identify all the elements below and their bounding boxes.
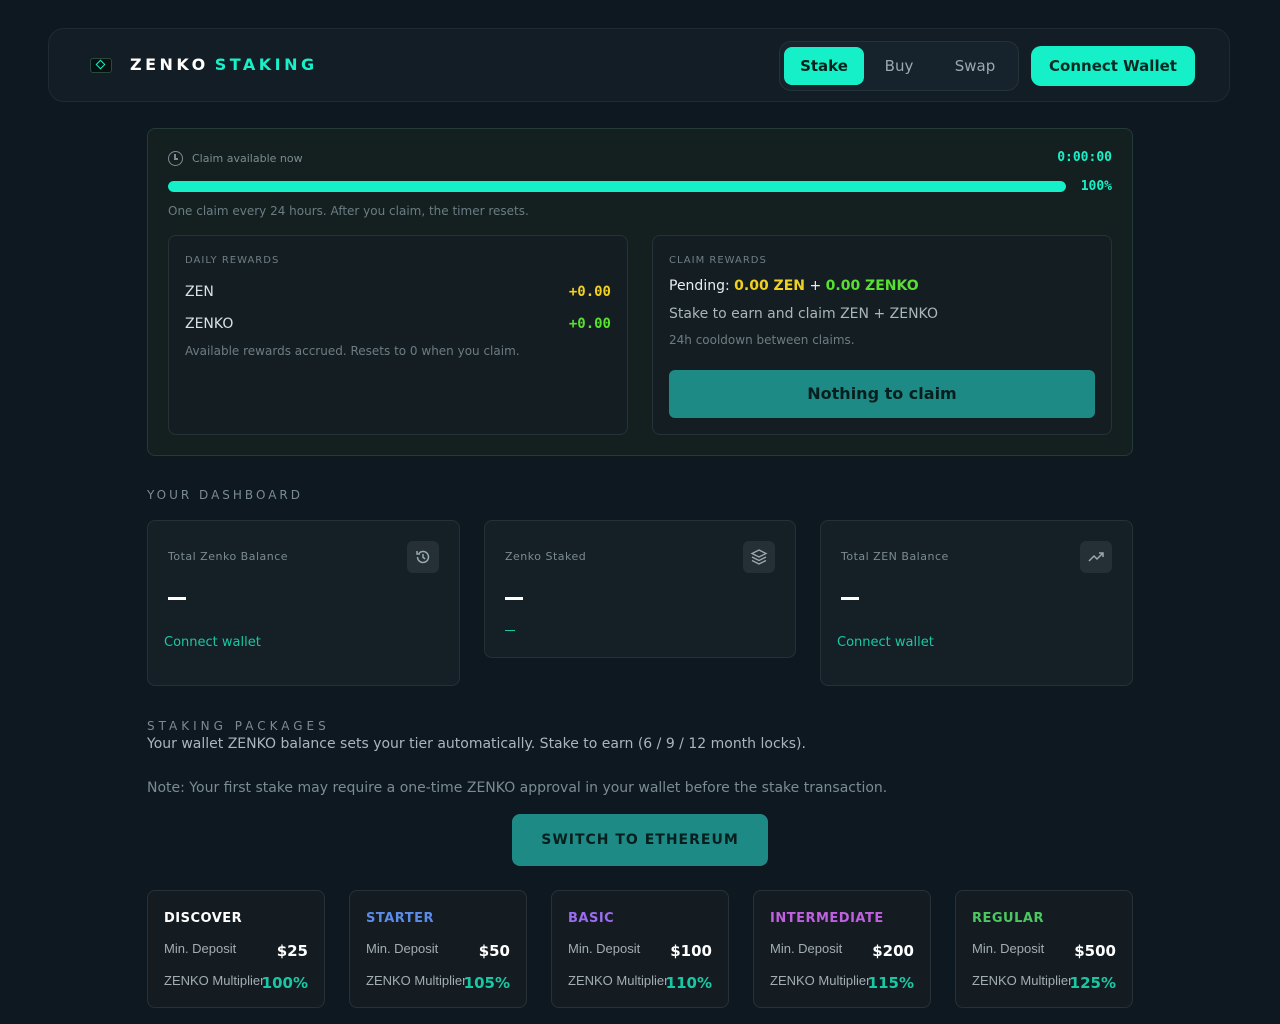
reward-value-zenko: +0.00 <box>568 316 611 332</box>
package-tier-name: DISCOVER <box>164 911 243 926</box>
tab-stake[interactable]: Stake <box>784 47 864 85</box>
tab-swap[interactable]: Swap <box>934 47 1016 85</box>
brand-title: ZENKO STAKING <box>130 55 318 74</box>
min-deposit-value: $100 <box>670 942 712 960</box>
staked-value <box>505 597 523 600</box>
claim-rewards-card: CLAIM REWARDS Pending: 0.00 ZEN + 0.00 Z… <box>652 235 1112 435</box>
package-card-basic[interactable]: BASIC Min. Deposit $100 ZENKO Multiplier… <box>551 890 729 1008</box>
pending-plus: + <box>809 278 822 294</box>
multiplier-label: ZENKO Multiplier <box>770 973 871 988</box>
reward-label-zen: ZEN <box>185 284 214 300</box>
packages-subtitle: Your wallet ZENKO balance sets your tier… <box>147 736 806 752</box>
multiplier-label: ZENKO Multiplier <box>164 973 265 988</box>
claim-progress-bar <box>168 181 1066 192</box>
nav-tabs: Stake Buy Swap <box>779 41 1019 91</box>
brand-name: ZENKO <box>130 55 209 74</box>
package-card-intermediate[interactable]: INTERMEDIATE Min. Deposit $200 ZENKO Mul… <box>753 890 931 1008</box>
pending-zenko: 0.00 ZENKO <box>825 278 919 294</box>
dashboard-label: YOUR DASHBOARD <box>147 488 303 502</box>
switch-to-ethereum-button[interactable]: SWITCH TO ETHEREUM <box>512 814 768 866</box>
reward-value-zen: +0.00 <box>568 284 611 300</box>
total-zenko-balance-card: Total Zenko Balance Connect wallet <box>147 520 460 686</box>
claim-note: One claim every 24 hours. After you clai… <box>168 204 529 218</box>
min-deposit-value: $200 <box>872 942 914 960</box>
nothing-to-claim-button[interactable]: Nothing to claim <box>669 370 1095 418</box>
min-deposit-value: $50 <box>478 942 510 960</box>
multiplier-value: 115% <box>867 974 914 992</box>
pending-rewards: Pending: 0.00 ZEN + 0.00 ZENKO <box>669 278 919 294</box>
package-card-discover[interactable]: DISCOVER Min. Deposit $25 ZENKO Multipli… <box>147 890 325 1008</box>
claim-subtitle: Stake to earn and claim ZEN + ZENKO <box>669 306 938 322</box>
package-tier-name: BASIC <box>568 911 615 926</box>
claim-panel: Claim available now 0:00:00 100% One cla… <box>147 128 1133 456</box>
daily-rewards-card: DAILY REWARDS ZEN +0.00 ZENKO +0.00 Avai… <box>168 235 628 435</box>
top-navbar: ZENKO STAKING Stake Buy Swap Connect Wall… <box>48 28 1230 102</box>
pending-prefix: Pending: <box>669 278 730 294</box>
package-card-regular[interactable]: REGULAR Min. Deposit $500 ZENKO Multipli… <box>955 890 1133 1008</box>
total-zen-balance-card: Total ZEN Balance Connect wallet <box>820 520 1133 686</box>
zen-balance-value <box>841 597 859 600</box>
package-tier-name: INTERMEDIATE <box>770 911 884 926</box>
brand-accent: STAKING <box>214 55 318 74</box>
min-deposit-label: Min. Deposit <box>972 941 1045 956</box>
staked-sub-value <box>505 630 515 631</box>
multiplier-value: 100% <box>261 974 308 992</box>
balance-value <box>168 597 186 600</box>
packages-note: Note: Your first stake may require a one… <box>147 780 888 796</box>
claim-timer: 0:00:00 <box>1057 150 1112 165</box>
min-deposit-label: Min. Deposit <box>770 941 843 956</box>
min-deposit-label: Min. Deposit <box>164 941 237 956</box>
multiplier-value: 105% <box>463 974 510 992</box>
reward-label-zenko: ZENKO <box>185 316 234 332</box>
min-deposit-value: $25 <box>276 942 308 960</box>
trending-up-icon <box>1080 541 1112 573</box>
packages-label: STAKING PACKAGES <box>147 719 330 733</box>
multiplier-label: ZENKO Multiplier <box>568 973 669 988</box>
min-deposit-value: $500 <box>1074 942 1116 960</box>
tab-buy[interactable]: Buy <box>864 47 934 85</box>
claim-progress-percent: 100% <box>1080 179 1112 194</box>
logo-icon <box>90 58 112 73</box>
multiplier-label: ZENKO Multiplier <box>366 973 467 988</box>
claim-rewards-title: CLAIM REWARDS <box>669 255 767 266</box>
multiplier-value: 125% <box>1069 974 1116 992</box>
clock-icon <box>168 151 183 166</box>
dashboard-card-title: Zenko Staked <box>505 550 587 563</box>
dashboard-card-title: Total ZEN Balance <box>841 550 949 563</box>
package-tier-name: STARTER <box>366 911 434 926</box>
multiplier-label: ZENKO Multiplier <box>972 973 1073 988</box>
connect-wallet-button[interactable]: Connect Wallet <box>1031 46 1195 86</box>
connect-wallet-link[interactable]: Connect wallet <box>837 635 934 650</box>
daily-rewards-note: Available rewards accrued. Resets to 0 w… <box>185 344 520 358</box>
min-deposit-label: Min. Deposit <box>568 941 641 956</box>
cooldown-note: 24h cooldown between claims. <box>669 333 855 347</box>
claim-status: Claim available now <box>192 152 303 165</box>
zenko-staked-card: Zenko Staked <box>484 520 796 658</box>
daily-rewards-title: DAILY REWARDS <box>185 255 280 266</box>
layers-icon <box>743 541 775 573</box>
dashboard-card-title: Total Zenko Balance <box>168 550 289 563</box>
connect-wallet-link[interactable]: Connect wallet <box>164 635 261 650</box>
pending-zen: 0.00 ZEN <box>734 278 805 294</box>
package-card-starter[interactable]: STARTER Min. Deposit $50 ZENKO Multiplie… <box>349 890 527 1008</box>
multiplier-value: 110% <box>665 974 712 992</box>
claim-progress-fill <box>168 181 1066 192</box>
min-deposit-label: Min. Deposit <box>366 941 439 956</box>
history-icon <box>407 541 439 573</box>
package-tier-name: REGULAR <box>972 911 1044 926</box>
